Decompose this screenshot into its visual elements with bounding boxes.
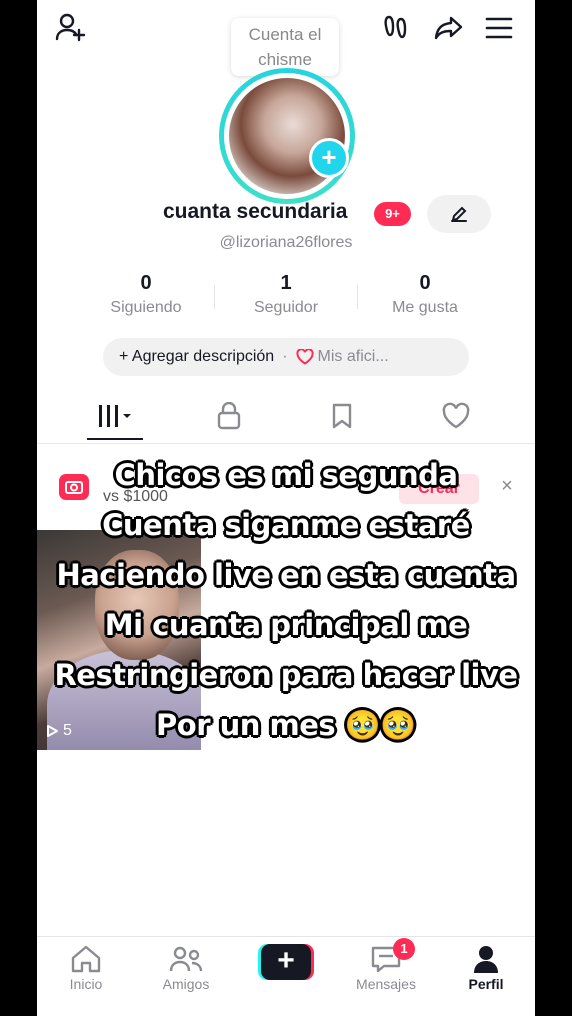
add-description-pill[interactable]: + Agregar descripción · Mis afici... [103,338,469,376]
caption-line: Cuenta siganme estaré [102,508,470,542]
create-video-button[interactable]: + [258,944,314,980]
bookmark-icon [330,402,354,430]
friends-icon [146,944,226,974]
stat-following[interactable]: 0 Siguiendo [81,272,211,317]
inbox-badge: 1 [393,938,415,960]
heart-icon [441,402,471,430]
followers-count: 1 [280,272,292,294]
hobbies-label[interactable]: Mis afici... [318,348,389,366]
nav-friends-label: Amigos [162,976,210,992]
tab-private[interactable] [199,398,259,434]
lock-icon [216,402,242,430]
user-handle: @lizoriana26flores [219,234,353,251]
nav-home-label: Inicio [69,976,103,992]
edit-profile-button[interactable] [427,195,491,233]
separator-dot: · [282,348,288,365]
following-label: Siguiendo [110,299,182,316]
tooltip-line-1: Cuenta el [248,25,322,44]
footprints-icon[interactable] [379,10,415,46]
plus-icon: + [261,944,311,980]
grid-bars-icon [93,403,137,429]
likes-count: 0 [419,272,431,294]
stat-followers[interactable]: 1 Seguidor [221,272,351,317]
notification-badge[interactable]: 9+ [374,202,411,226]
nav-profile-label: Perfil [468,976,504,992]
caption-line: Restringieron para hacer live [54,658,518,692]
stat-likes[interactable]: 0 Me gusta [360,272,490,317]
add-story-button[interactable]: + [309,138,349,178]
profile-screen: Cuenta el chisme + cuanta secundaria 9+ … [37,0,535,1016]
menu-icon[interactable] [481,10,517,46]
tab-videos[interactable] [85,398,145,434]
tabs-divider [37,443,535,444]
nav-inbox-label: Mensajes [356,976,416,992]
add-friend-icon[interactable] [53,10,89,46]
nav-profile[interactable]: Perfil [446,944,526,992]
active-tab-indicator [87,438,143,440]
profile-icon [446,944,526,974]
caption-line: Chicos es mi segunda [114,458,458,492]
following-count: 0 [140,272,152,294]
tab-liked[interactable] [426,398,486,434]
stat-divider [214,285,215,309]
username: cuanta secundaria [163,200,348,223]
caption-line: Por un mes 🥹🥹 [156,708,416,742]
overlay-caption: Chicos es mi segunda Cuenta siganme esta… [37,450,535,750]
heart-outline-icon [295,349,314,365]
likes-label: Me gusta [392,299,458,316]
caption-line: Haciendo live en esta cuenta [56,558,516,592]
followers-label: Seguidor [253,299,319,316]
bottom-nav-divider [37,936,535,937]
home-icon [46,944,126,974]
caption-line: Mi cuanta principal me [104,608,468,642]
pencil-icon [450,205,468,223]
add-description-label[interactable]: + Agregar descripción [119,348,274,366]
nav-home[interactable]: Inicio [46,944,126,992]
stat-divider [357,285,358,309]
share-icon[interactable] [431,10,467,46]
nav-friends[interactable]: Amigos [146,944,226,992]
tab-saved[interactable] [312,398,372,434]
